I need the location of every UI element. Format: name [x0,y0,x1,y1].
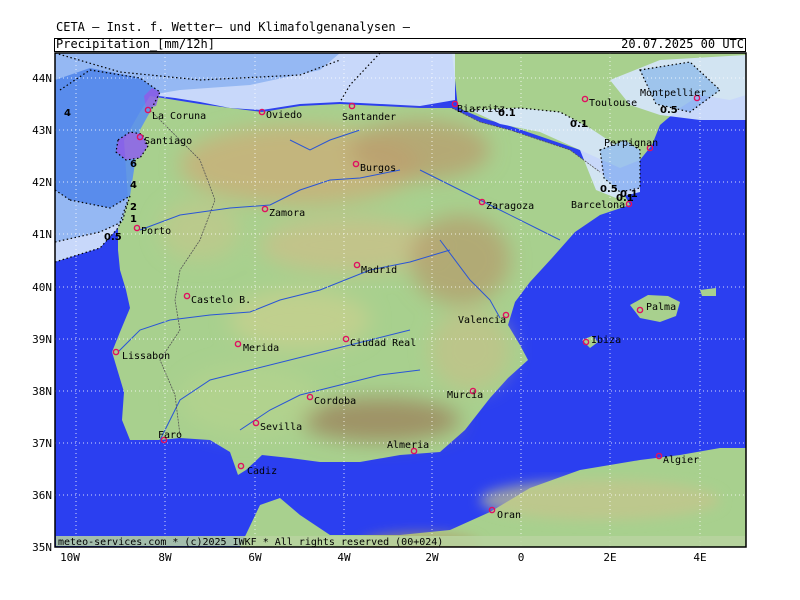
city-label: Madrid [361,265,397,276]
lon-tick-label: 8W [158,551,172,564]
precipitation-map: La CorunaSantiagoOviedo SantanderBiarritz… [32,52,747,564]
lon-tick-label: 10W [60,551,80,564]
lon-tick-label: 4E [693,551,706,564]
city-label: Cadiz [247,466,277,477]
city-label: Zamora [269,208,305,219]
lat-tick-label: 44N [32,72,52,85]
city-label: Ibiza [591,335,621,346]
city-label: Almeria [387,440,429,451]
city-label: Zaragoza [486,201,534,212]
lat-tick-label: 40N [32,281,52,294]
city-label: Santiago [144,136,192,147]
latitude-labels: 44N 43N 42N 41N 40N 39N 38N 37N 36N 35N [32,72,52,554]
city-label: Perpignan [604,138,658,149]
city-label: Toulouse [589,98,637,109]
city-label: Algier [663,455,699,466]
contour-value-label: 4 [130,180,137,191]
lat-tick-label: 35N [32,541,52,554]
city-label: La Coruna [152,111,206,122]
city-label: Oran [497,510,521,521]
city-label: Oviedo [266,110,302,121]
lat-tick-label: 42N [32,176,52,189]
city-label: Palma [646,302,676,313]
contour-value-label: 2 [130,202,137,213]
contour-value-label: 0.5 [600,184,618,195]
city-label: Lissabon [122,351,170,362]
lon-tick-label: 0 [518,551,525,564]
lat-tick-label: 38N [32,385,52,398]
longitude-labels: 10W 8W 6W 4W 2W 0 2E 4E [60,551,707,564]
contour-value-label: 0.1 [620,189,638,200]
city-label: Merida [243,343,279,354]
map-content: La CorunaSantiagoOviedo SantanderBiarritz… [55,53,746,547]
lat-tick-label: 39N [32,333,52,346]
lon-tick-label: 6W [248,551,262,564]
lon-tick-label: 4W [337,551,351,564]
city-label: Murcia [447,390,483,401]
lon-tick-label: 2W [425,551,439,564]
contour-value-label: 0.1 [498,108,516,119]
city-label: Valencia [458,315,506,326]
contour-value-label: 4 [64,108,71,119]
city-label: Sevilla [260,422,302,433]
footer-credit: meteo-services.com * (c)2025 IWKF * All … [58,537,443,548]
lat-tick-label: 41N [32,228,52,241]
city-label: Santander [342,112,396,123]
contour-value-label: 0.1 [570,119,588,130]
city-label: Cordoba [314,396,356,407]
lat-tick-label: 37N [32,437,52,450]
lon-tick-label: 2E [603,551,616,564]
lat-tick-label: 43N [32,124,52,137]
city-label: Porto [141,226,171,237]
city-label: Ciudad Real [350,338,416,349]
city-label: Burgos [360,163,396,174]
city-label: Castelo B. [191,295,251,306]
city-label: Faro [158,430,182,441]
lat-tick-label: 36N [32,489,52,502]
contour-value-label: 1 [130,214,137,225]
contour-value-label: 0.5 [660,105,678,116]
contour-value-label: 0.5 [104,232,122,243]
city-label: Montpellier [640,88,706,99]
contour-value-label: 6 [130,159,137,170]
